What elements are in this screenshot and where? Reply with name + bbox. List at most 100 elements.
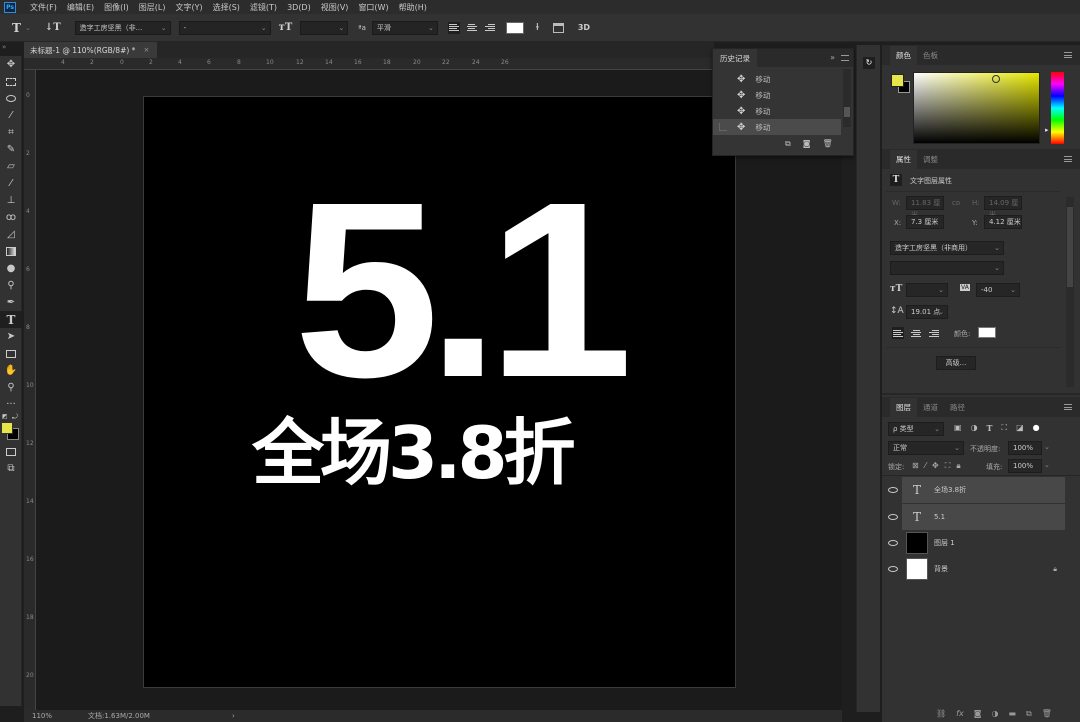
- character-panel-icon[interactable]: [552, 22, 564, 33]
- eraser-tool[interactable]: ◿: [0, 226, 22, 243]
- marquee-tool[interactable]: [0, 73, 22, 90]
- clone-stamp-tool[interactable]: ⊥: [0, 192, 22, 209]
- align-left-button[interactable]: [447, 21, 460, 34]
- chevron-down-icon[interactable]: ⌄: [1044, 461, 1050, 469]
- layer-row[interactable]: 图层 1: [888, 530, 1065, 556]
- menu-edit[interactable]: 编辑(E): [67, 2, 94, 13]
- shape-filter-icon[interactable]: ⛶: [1002, 423, 1008, 433]
- menu-3d[interactable]: 3D(D): [287, 3, 311, 12]
- tab-layers[interactable]: 图层: [890, 397, 917, 417]
- warp-text-icon[interactable]: Ɨ: [536, 22, 539, 33]
- leading-field[interactable]: 19.01 点 ⌄: [906, 305, 948, 319]
- gradient-tool[interactable]: [0, 243, 22, 260]
- path-selection-tool[interactable]: ➤: [0, 328, 22, 345]
- layer-row[interactable]: T 全场3.8折: [888, 477, 1065, 503]
- tab-swatches[interactable]: 色板: [917, 46, 944, 65]
- snapshot-checkbox[interactable]: [719, 91, 727, 99]
- menu-view[interactable]: 视图(V): [321, 2, 349, 13]
- tab-history[interactable]: 历史记录: [713, 49, 757, 67]
- anti-alias-select[interactable]: 平滑 ⌄: [371, 20, 438, 35]
- type-tool[interactable]: T: [0, 311, 22, 328]
- magic-wand-tool[interactable]: ⁄: [0, 107, 22, 124]
- panel-menu-icon[interactable]: [841, 55, 849, 61]
- healing-brush-tool[interactable]: ▱: [0, 158, 22, 175]
- menu-file[interactable]: 文件(F): [30, 2, 57, 13]
- lock-position-icon[interactable]: ✥: [932, 461, 939, 471]
- tab-paths[interactable]: 路径: [944, 398, 971, 417]
- history-scrollbar[interactable]: [843, 69, 851, 127]
- history-brush-tool[interactable]: ꝏ: [0, 209, 22, 226]
- layer-row[interactable]: T 5.1: [888, 504, 1065, 530]
- collapse-icon[interactable]: »: [830, 53, 835, 62]
- hue-slider[interactable]: [1051, 72, 1064, 144]
- history-item[interactable]: ✥ 移动: [713, 103, 853, 119]
- move-tool[interactable]: ✥: [0, 56, 22, 73]
- tab-channels[interactable]: 通道: [917, 398, 944, 417]
- 3d-button[interactable]: 3D: [578, 23, 590, 32]
- type-filter-icon[interactable]: T: [987, 423, 993, 433]
- screen-mode-button[interactable]: ⧉: [0, 460, 22, 477]
- new-document-from-state-icon[interactable]: ⧉: [785, 139, 791, 149]
- color-field[interactable]: [913, 72, 1040, 144]
- status-menu-arrow[interactable]: ›: [232, 712, 235, 720]
- link-icon[interactable]: ᴄᴅ: [952, 199, 960, 207]
- panel-menu-icon[interactable]: [1064, 52, 1072, 58]
- visibility-eye-icon[interactable]: [888, 487, 898, 493]
- text-orientation-icon[interactable]: ↓T: [45, 22, 61, 33]
- hue-slider-handle[interactable]: ▸: [1045, 126, 1049, 134]
- visibility-eye-icon[interactable]: [888, 566, 898, 572]
- menu-image[interactable]: 图像(I): [104, 2, 129, 13]
- blur-tool[interactable]: ●: [0, 260, 22, 277]
- tool-preset-chevron-icon[interactable]: ⌄: [25, 24, 31, 32]
- properties-scrollbar[interactable]: [1066, 197, 1074, 387]
- trash-icon[interactable]: 🗑: [1042, 709, 1052, 719]
- align-right-button[interactable]: [484, 22, 496, 34]
- align-right-button[interactable]: [928, 327, 940, 339]
- add-mask-icon[interactable]: ◙: [974, 709, 982, 719]
- new-layer-icon[interactable]: ⧉: [1026, 709, 1032, 719]
- adjustment-filter-icon[interactable]: ◑: [971, 423, 978, 433]
- fx-icon[interactable]: fx: [956, 709, 964, 719]
- brush-tool[interactable]: ⁄: [0, 175, 22, 192]
- blend-mode-select[interactable]: 正常 ⌄: [888, 441, 964, 455]
- pixel-filter-icon[interactable]: ▣: [954, 423, 962, 433]
- camera-snapshot-icon[interactable]: ◙: [803, 139, 811, 149]
- new-group-icon[interactable]: ▬: [1008, 709, 1016, 719]
- color-picker-handle[interactable]: [992, 75, 1000, 83]
- lock-image-icon[interactable]: ⁄: [925, 461, 926, 471]
- tab-color[interactable]: 颜色: [890, 45, 917, 65]
- pen-tool[interactable]: ✒: [0, 294, 22, 311]
- history-panel-icon[interactable]: ↻: [863, 57, 875, 69]
- hand-tool[interactable]: ✋: [0, 362, 22, 379]
- swap-colors-icon[interactable]: ⤾: [12, 413, 18, 422]
- font-size-select[interactable]: ⌄: [300, 20, 349, 35]
- tab-properties[interactable]: 属性: [890, 149, 917, 169]
- layer-filter-select[interactable]: ρ 类型 ⌄: [888, 422, 944, 436]
- menu-filter[interactable]: 滤镜(T): [250, 2, 277, 13]
- trash-icon[interactable]: 🗑: [822, 139, 832, 149]
- font-style-select[interactable]: ⌄: [890, 261, 1004, 275]
- eyedropper-tool[interactable]: ✎: [0, 141, 22, 158]
- quick-mask-button[interactable]: [0, 443, 22, 460]
- font-style-select[interactable]: - ⌄: [178, 20, 271, 35]
- text-color-swatch[interactable]: [978, 327, 996, 338]
- history-item[interactable]: ✥ 移动: [713, 87, 853, 103]
- lasso-tool[interactable]: [0, 90, 22, 107]
- snapshot-checkbox[interactable]: [719, 123, 727, 131]
- filter-toggle-icon[interactable]: ●: [1033, 423, 1040, 433]
- panel-menu-icon[interactable]: [1064, 404, 1072, 410]
- scrollbar-thumb[interactable]: [1067, 207, 1073, 287]
- y-field[interactable]: 4.12 厘米: [984, 215, 1022, 229]
- smart-object-filter-icon[interactable]: ◪: [1016, 423, 1024, 433]
- rectangle-tool[interactable]: [0, 345, 22, 362]
- layer-name[interactable]: 5.1: [934, 513, 945, 521]
- menu-help[interactable]: 帮助(H): [399, 2, 427, 13]
- align-center-button[interactable]: [466, 22, 478, 34]
- foreground-color-swatch[interactable]: [891, 74, 904, 87]
- more-tools[interactable]: ···: [0, 396, 22, 413]
- menu-type[interactable]: 文字(Y): [175, 2, 202, 13]
- zoom-level[interactable]: 110%: [32, 712, 82, 720]
- layer-row[interactable]: 背景 🔒︎: [888, 556, 1065, 582]
- history-item-active[interactable]: ✥ 移动: [713, 119, 841, 135]
- snapshot-checkbox[interactable]: [719, 75, 727, 83]
